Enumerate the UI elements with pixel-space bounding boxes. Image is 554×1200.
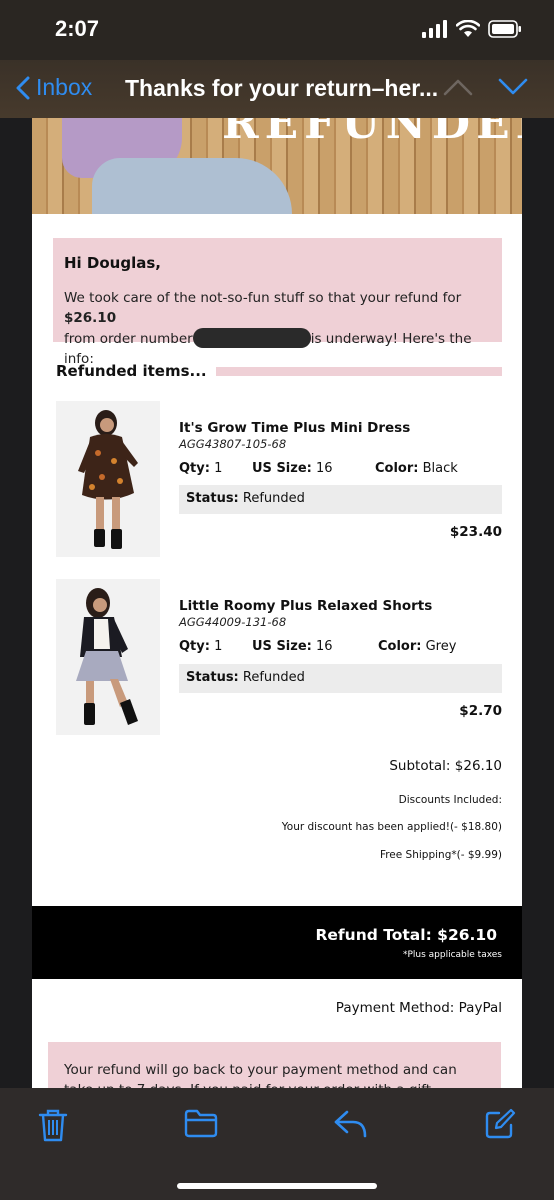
color-label: Color: xyxy=(378,639,422,654)
greeting-text-part: from order number xyxy=(64,331,193,347)
size-value: 16 xyxy=(316,639,333,654)
status-time: 2:07 xyxy=(55,16,100,41)
mail-nav-bar: Inbox Thanks for your return–her... xyxy=(0,60,554,118)
previous-message-icon[interactable] xyxy=(443,78,473,96)
qty-value: 1 xyxy=(214,639,223,654)
refund-total: Refund Total: $26.10 xyxy=(315,926,497,944)
battery-icon xyxy=(488,20,521,38)
hero-figure-jeans xyxy=(92,158,292,214)
chevron-left-icon xyxy=(16,76,30,99)
item-qty: Qty: 1 xyxy=(179,639,222,654)
status-value: Refunded xyxy=(242,491,305,506)
refund-amount: $26.10 xyxy=(64,310,117,326)
heading-decor-bar xyxy=(216,367,502,376)
home-indicator[interactable] xyxy=(177,1183,377,1189)
message-subject: Thanks for your return–her... xyxy=(125,75,439,101)
status-label: Status: xyxy=(186,670,239,685)
size-label: US Size: xyxy=(252,461,312,476)
reply-icon[interactable] xyxy=(333,1108,369,1138)
compose-icon[interactable] xyxy=(484,1108,516,1140)
taxes-note: *Plus applicable taxes xyxy=(402,950,502,960)
item-qty: Qty: 1 xyxy=(179,461,222,476)
item-name[interactable]: Little Roomy Plus Relaxed Shorts xyxy=(179,598,432,614)
discount-applied: Your discount has been applied!(- $18.80… xyxy=(281,821,502,833)
back-to-inbox-button[interactable]: Inbox xyxy=(16,74,92,101)
status-label: Status: xyxy=(186,491,239,506)
qty-label: Qty: xyxy=(179,639,210,654)
item-image-dress[interactable] xyxy=(56,401,160,557)
item-color: Color: Black xyxy=(375,461,458,476)
item-sku: AGG43807-105-68 xyxy=(179,437,287,451)
signal-icon xyxy=(422,20,447,38)
item-sku: AGG44009-131-68 xyxy=(179,615,287,629)
back-label: Inbox xyxy=(36,74,93,100)
refunded-items-heading: Refunded items... xyxy=(56,362,207,380)
trash-icon[interactable] xyxy=(38,1108,68,1142)
next-message-icon[interactable] xyxy=(498,78,528,96)
redacted-order-number xyxy=(192,328,311,348)
free-shipping: Free Shipping*(- $9.99) xyxy=(379,849,502,861)
size-value: 16 xyxy=(316,461,333,476)
qty-value: 1 xyxy=(214,461,223,476)
discounts-label: Discounts Included: xyxy=(398,794,502,806)
status-icons xyxy=(422,20,522,38)
size-label: US Size: xyxy=(252,639,312,654)
status-bar: 2:07 xyxy=(0,0,554,60)
product-photo-icon xyxy=(76,588,138,725)
subtotal: Subtotal: $26.10 xyxy=(389,758,502,774)
email-body: REFUNDED. Hi Douglas, We took care of th… xyxy=(32,118,522,1088)
wifi-icon xyxy=(456,20,480,37)
payment-method: Payment Method: PayPal xyxy=(335,1000,502,1016)
item-status: Status: Refunded xyxy=(179,485,502,514)
item-size: US Size: 16 xyxy=(252,461,333,476)
color-value: Grey xyxy=(425,639,457,654)
greeting-text-part: We took care of the not-so-fun stuff so … xyxy=(64,290,462,306)
folder-icon[interactable] xyxy=(184,1108,218,1138)
qty-label: Qty: xyxy=(179,461,210,476)
color-label: Color: xyxy=(375,461,419,476)
greeting-box: Hi Douglas, We took care of the not-so-f… xyxy=(53,238,502,367)
item-color: Color: Grey xyxy=(378,639,456,654)
item-price: $2.70 xyxy=(459,703,502,719)
item-status: Status: Refunded xyxy=(179,664,502,693)
item-price: $23.40 xyxy=(449,524,502,540)
status-value: Refunded xyxy=(242,670,305,685)
hero-text: REFUNDED. xyxy=(222,118,522,149)
item-image-shorts[interactable] xyxy=(56,579,160,735)
refund-total-bar: Refund Total: $26.10 *Plus applicable ta… xyxy=(32,906,522,979)
greeting-name: Hi Douglas, xyxy=(64,254,161,272)
item-name[interactable]: It's Grow Time Plus Mini Dress xyxy=(179,420,410,436)
greeting-text: We took care of the not-so-fun stuff so … xyxy=(64,288,491,369)
product-photo-icon xyxy=(78,410,138,549)
item-size: US Size: 16 xyxy=(252,639,333,654)
hero-banner-image: REFUNDED. xyxy=(32,118,522,214)
color-value: Black xyxy=(422,461,458,476)
refund-info-note: Your refund will go back to your payment… xyxy=(48,1042,501,1088)
